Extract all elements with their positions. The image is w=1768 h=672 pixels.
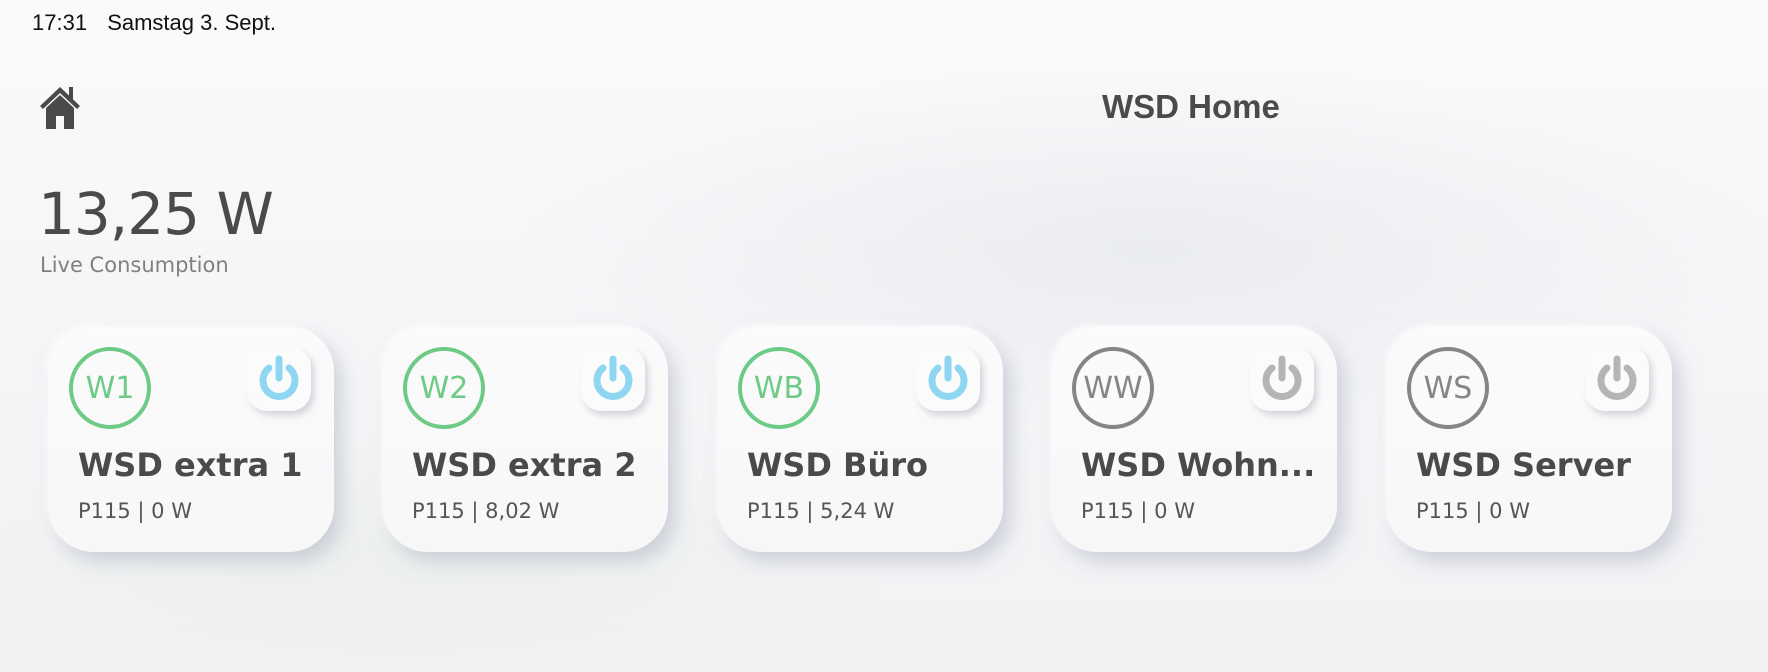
device-avatar: WW	[1072, 347, 1154, 429]
device-avatar: WS	[1407, 347, 1489, 429]
status-time: 17:31	[32, 10, 88, 35]
live-consumption-value: 13,25 W	[38, 180, 274, 248]
device-detail: P115 | 0 W	[78, 499, 192, 523]
status-bar: 17:31 Samstag 3. Sept.	[32, 10, 276, 36]
device-detail: P115 | 8,02 W	[412, 499, 560, 523]
device-avatar: WB	[738, 347, 820, 429]
power-toggle-button[interactable]	[581, 347, 645, 411]
status-date: Samstag 3. Sept.	[107, 10, 276, 35]
device-card-wsd-extra-2[interactable]: W2 WSD extra 2 P115 | 8,02 W	[382, 326, 668, 552]
live-consumption-label: Live Consumption	[40, 253, 229, 277]
device-name: WSD Büro	[747, 446, 928, 484]
device-avatar: W1	[69, 347, 151, 429]
power-icon	[1597, 355, 1637, 400]
home-icon	[40, 87, 80, 129]
device-name: WSD extra 1	[78, 446, 303, 484]
device-cards: W1 WSD extra 1 P115 | 0 W W2 WSD extra 2…	[48, 326, 1748, 552]
power-icon	[928, 355, 968, 400]
device-detail: P115 | 0 W	[1416, 499, 1530, 523]
device-card-wsd-buero[interactable]: WB WSD Büro P115 | 5,24 W	[717, 326, 1003, 552]
home-button[interactable]	[38, 84, 82, 130]
power-toggle-button[interactable]	[247, 347, 311, 411]
device-detail: P115 | 5,24 W	[747, 499, 895, 523]
device-detail: P115 | 0 W	[1081, 499, 1195, 523]
device-avatar: W2	[403, 347, 485, 429]
page-title: WSD Home	[1102, 88, 1280, 125]
device-card-wsd-server[interactable]: WS WSD Server P115 | 0 W	[1386, 326, 1672, 552]
device-name: WSD Wohn...	[1081, 446, 1316, 484]
power-icon	[1262, 355, 1302, 400]
device-card-wsd-wohn[interactable]: WW WSD Wohn... P115 | 0 W	[1051, 326, 1337, 552]
power-icon	[593, 355, 633, 400]
power-icon	[259, 355, 299, 400]
power-toggle-button[interactable]	[1250, 347, 1314, 411]
device-card-wsd-extra-1[interactable]: W1 WSD extra 1 P115 | 0 W	[48, 326, 334, 552]
power-toggle-button[interactable]	[1585, 347, 1649, 411]
device-name: WSD extra 2	[412, 446, 637, 484]
device-name: WSD Server	[1416, 446, 1631, 484]
power-toggle-button[interactable]	[916, 347, 980, 411]
